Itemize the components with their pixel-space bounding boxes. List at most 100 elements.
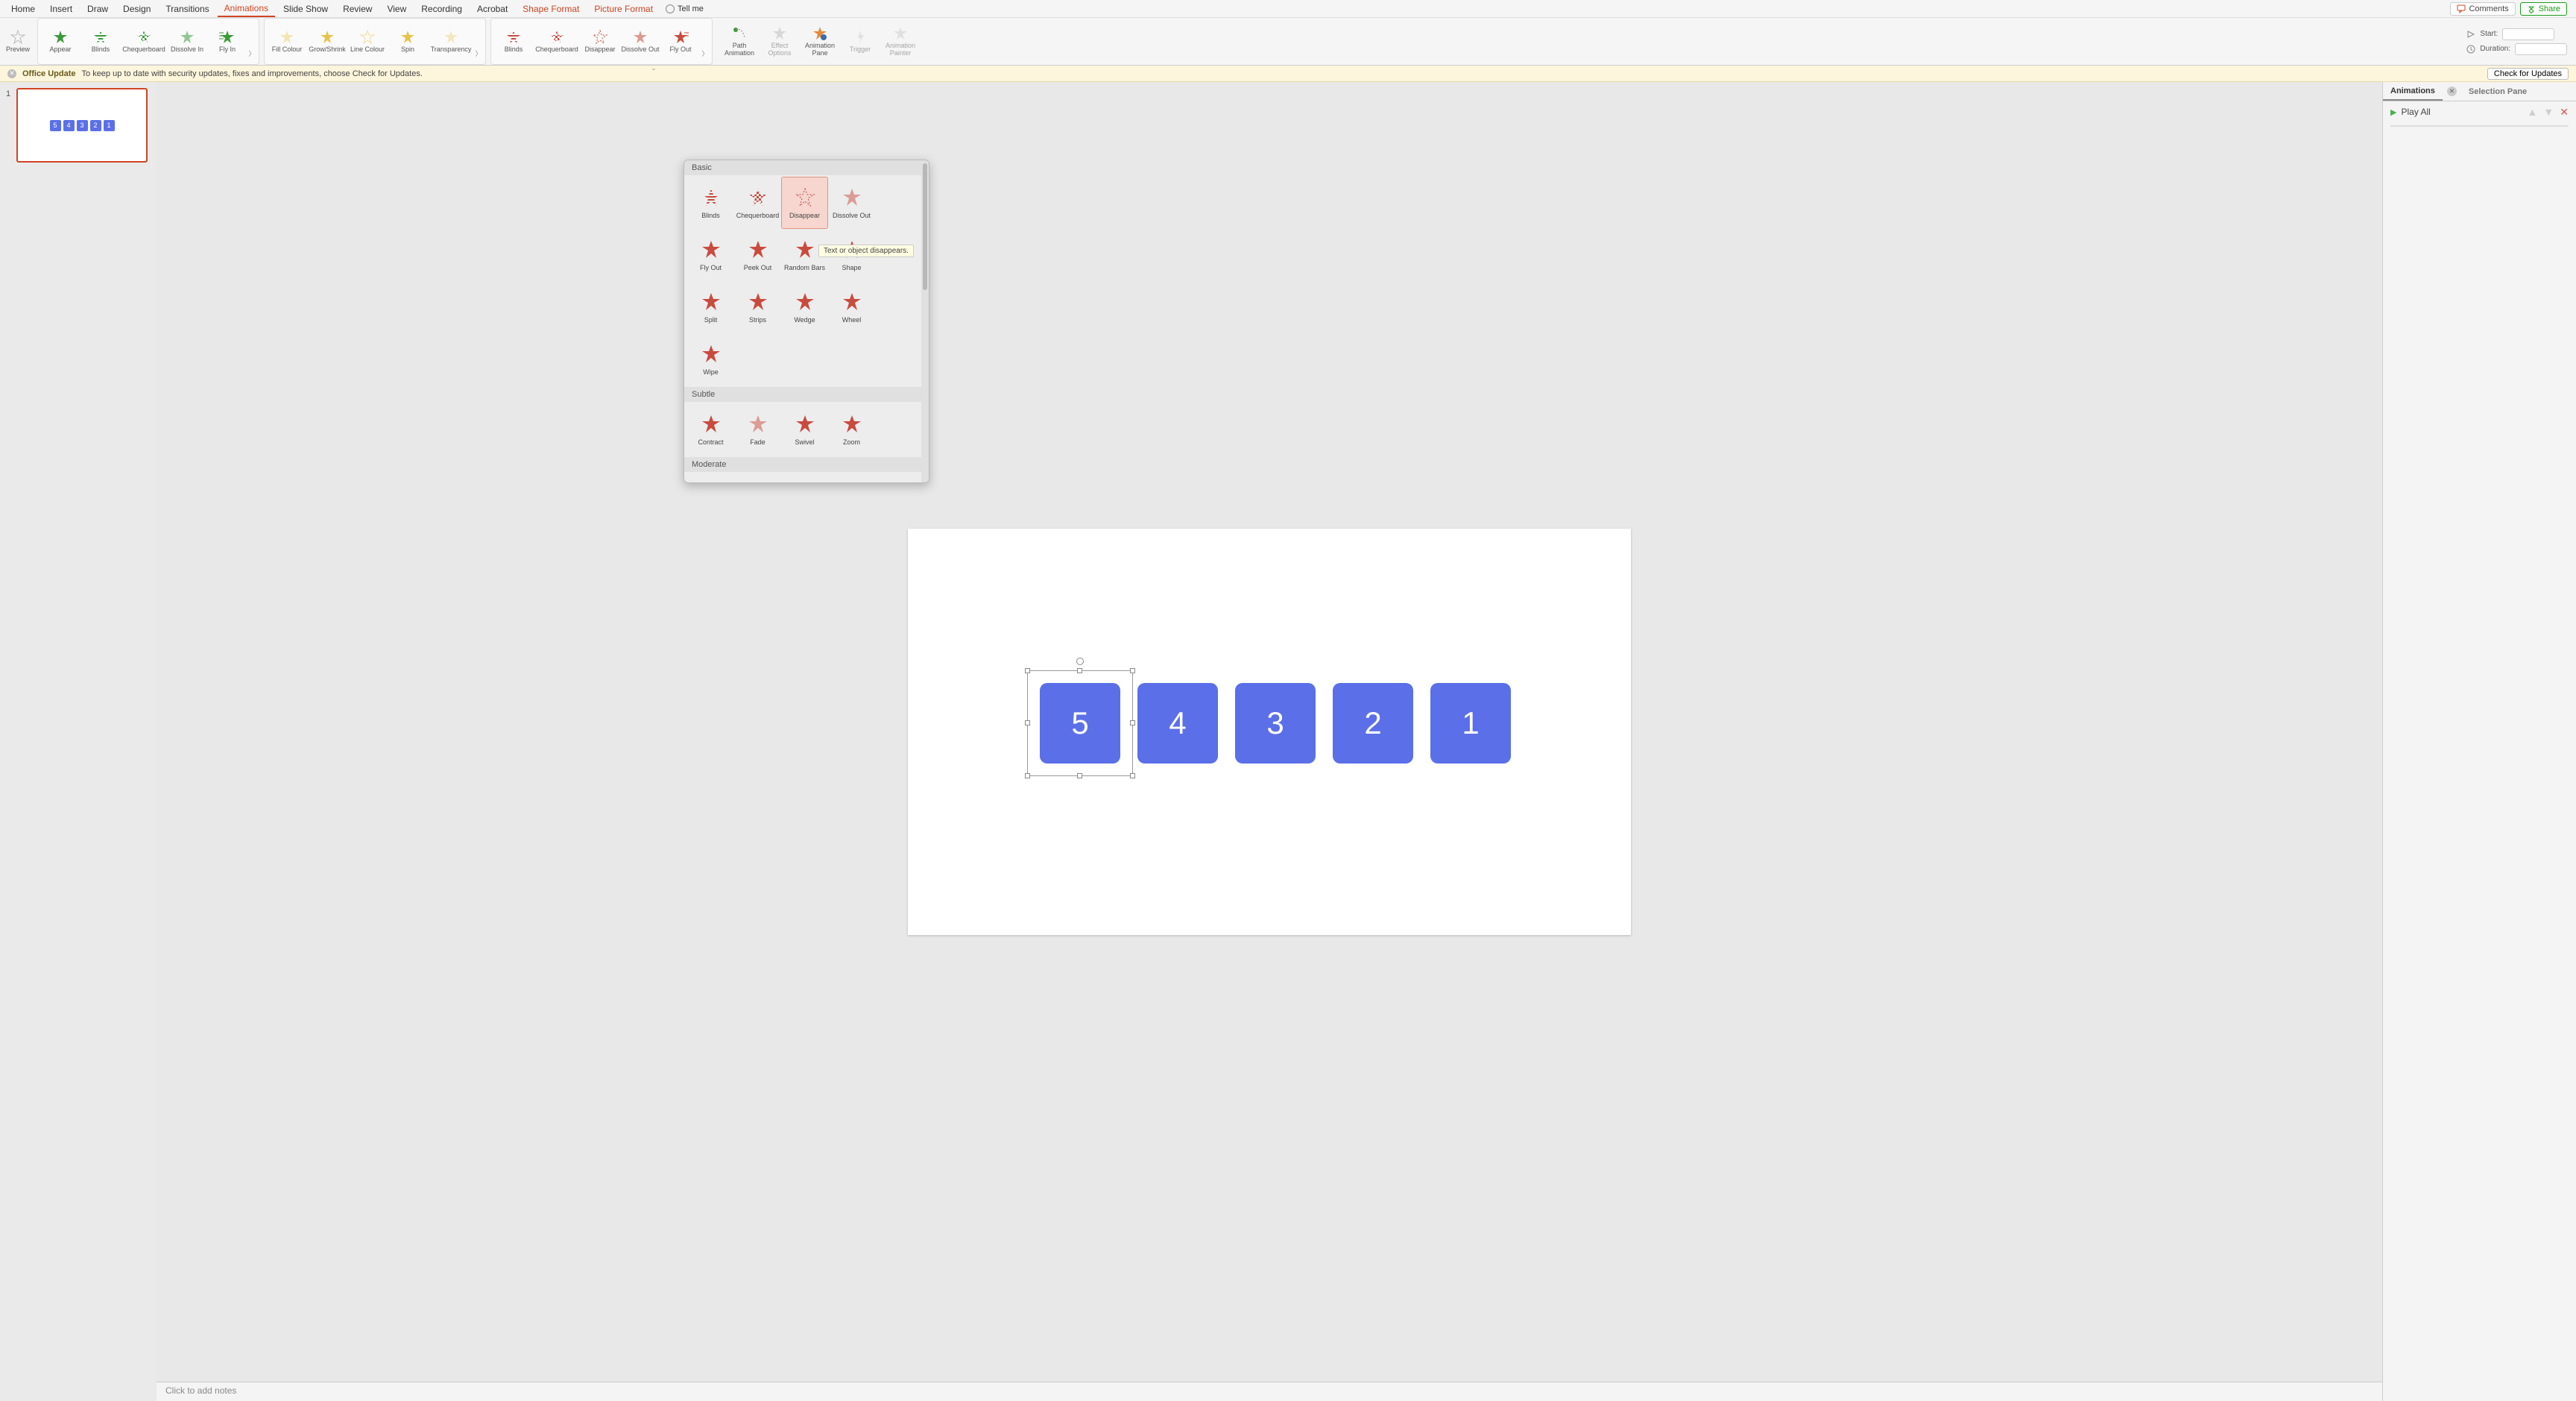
dd-item-collapse[interactable]: Collapse bbox=[734, 473, 781, 482]
tab-transitions[interactable]: Transitions bbox=[159, 1, 215, 16]
emphasis-line-colour[interactable]: Line Colour bbox=[348, 28, 387, 55]
exit-fly-out[interactable]: Fly Out bbox=[661, 28, 700, 55]
tab-draw[interactable]: Draw bbox=[80, 1, 115, 16]
resize-handle-s[interactable] bbox=[1077, 773, 1082, 778]
trigger-button[interactable]: Trigger bbox=[841, 28, 880, 55]
tab-slideshow[interactable]: Slide Show bbox=[277, 1, 335, 16]
exit-blinds[interactable]: Blinds bbox=[494, 28, 533, 55]
move-up-icon[interactable]: ▲ bbox=[2528, 106, 2538, 119]
dd-item-wedge[interactable]: Wedge bbox=[781, 281, 828, 333]
dd-item-wipe[interactable]: Wipe bbox=[687, 333, 734, 385]
dd-item-fade[interactable]: Fade bbox=[734, 403, 781, 456]
preview-button[interactable]: Preview bbox=[3, 18, 33, 65]
resize-handle-n[interactable] bbox=[1077, 668, 1082, 673]
delete-anim-icon[interactable]: ✕ bbox=[2560, 106, 2569, 119]
slide-card-5[interactable]: 5 bbox=[1040, 683, 1120, 764]
close-animations-tab[interactable]: ✕ bbox=[2447, 86, 2457, 96]
tab-review[interactable]: Review bbox=[336, 1, 379, 16]
dd-scrollbar[interactable] bbox=[921, 160, 929, 482]
path-animation-button[interactable]: Path Animation bbox=[720, 24, 759, 59]
emphasis-fill-colour[interactable]: Fill Colour bbox=[268, 28, 306, 55]
emphasis-transparency[interactable]: Transparency bbox=[429, 28, 473, 55]
entrance-fly-in[interactable]: Fly In bbox=[208, 28, 247, 55]
dd-item-shrink-turn[interactable]: Shrink & Turn bbox=[828, 473, 875, 482]
entrance-appear[interactable]: Appear bbox=[41, 28, 80, 55]
rotate-handle[interactable] bbox=[1076, 658, 1084, 665]
slide-thumbnail-1[interactable]: 5 4 3 2 1 bbox=[16, 88, 148, 163]
animation-pane-button[interactable]: Animation Pane bbox=[801, 24, 839, 59]
effect-options-button[interactable]: Effect Options bbox=[760, 24, 799, 59]
emphasis-spin[interactable]: Spin bbox=[388, 28, 427, 55]
emphasis-expand[interactable]: 〉 bbox=[475, 48, 482, 58]
share-label: Share bbox=[2539, 4, 2560, 13]
move-down-icon[interactable]: ▼ bbox=[2543, 106, 2554, 119]
pane-tab-animations[interactable]: Animations bbox=[2383, 82, 2443, 101]
dd-item-label: Dissolve Out bbox=[833, 212, 871, 219]
tab-picture-format[interactable]: Picture Format bbox=[587, 1, 660, 16]
exit-gallery-dropdown-chevron[interactable]: ⌄ bbox=[647, 64, 660, 72]
comments-label: Comments bbox=[2469, 4, 2508, 13]
exit-disappear[interactable]: Disappear bbox=[581, 28, 619, 55]
tab-insert[interactable]: Insert bbox=[43, 1, 79, 16]
animation-list[interactable] bbox=[2390, 125, 2569, 127]
duration-input[interactable] bbox=[2515, 43, 2567, 55]
star-icon bbox=[747, 186, 769, 209]
dd-item-label: Chequerboard bbox=[736, 212, 780, 219]
slide-card-2[interactable]: 2 bbox=[1333, 683, 1413, 764]
tab-animations[interactable]: Animations bbox=[218, 1, 275, 17]
dd-item-dissolve-out[interactable]: Dissolve Out bbox=[828, 177, 875, 229]
resize-handle-e[interactable] bbox=[1130, 720, 1135, 725]
comments-button[interactable]: Comments bbox=[2450, 2, 2515, 16]
exit-chequerboard[interactable]: Chequerboard bbox=[534, 28, 579, 55]
dd-item-swivel[interactable]: Swivel bbox=[781, 403, 828, 456]
tab-acrobat[interactable]: Acrobat bbox=[470, 1, 514, 16]
clock-icon bbox=[2466, 45, 2475, 54]
start-input[interactable] bbox=[2502, 28, 2554, 40]
dd-item-blinds[interactable]: Blinds bbox=[687, 177, 734, 229]
notes-pane[interactable]: Click to add notes bbox=[157, 1382, 2382, 1401]
dd-item-label: Split bbox=[704, 316, 718, 324]
dd-item-strips[interactable]: Strips bbox=[734, 281, 781, 333]
dd-item-disappear[interactable]: Disappear bbox=[781, 177, 828, 229]
entrance-chequerboard[interactable]: Chequerboard bbox=[121, 28, 166, 55]
resize-handle-w[interactable] bbox=[1025, 720, 1030, 725]
dd-item-float-out[interactable]: Float Out bbox=[781, 473, 828, 482]
slide-card-3[interactable]: 3 bbox=[1235, 683, 1316, 764]
animation-painter-button[interactable]: Animation Painter bbox=[881, 24, 920, 59]
tab-design[interactable]: Design bbox=[116, 1, 157, 16]
share-button[interactable]: Share bbox=[2520, 2, 2567, 16]
slide-canvas[interactable]: 5 4 3 2 1 bbox=[908, 529, 1631, 935]
entrance-expand[interactable]: 〉 bbox=[248, 48, 256, 58]
resize-handle-se[interactable] bbox=[1130, 773, 1135, 778]
tab-view[interactable]: View bbox=[380, 1, 413, 16]
dd-item-split[interactable]: Split bbox=[687, 281, 734, 333]
dd-item-wheel[interactable]: Wheel bbox=[828, 281, 875, 333]
play-all-label[interactable]: Play All bbox=[2401, 107, 2430, 117]
resize-handle-ne[interactable] bbox=[1130, 668, 1135, 673]
tab-home[interactable]: Home bbox=[4, 1, 42, 16]
dd-item-peek-out[interactable]: Peek Out bbox=[734, 229, 781, 281]
resize-handle-nw[interactable] bbox=[1025, 668, 1030, 673]
exit-expand[interactable]: 〉 bbox=[701, 48, 709, 58]
tell-me[interactable]: Tell me bbox=[666, 4, 704, 13]
dd-item-label: Strips bbox=[749, 316, 766, 324]
emphasis-grow-shrink[interactable]: Grow/Shrink bbox=[308, 28, 347, 55]
dd-item-fly-out[interactable]: Fly Out bbox=[687, 229, 734, 281]
check-updates-button[interactable]: Check for Updates bbox=[2487, 68, 2569, 80]
dd-item-contract[interactable]: Contract bbox=[687, 403, 734, 456]
slide-card-4[interactable]: 4 bbox=[1137, 683, 1218, 764]
slide-card-1[interactable]: 1 bbox=[1430, 683, 1511, 764]
dd-item-chequerboard[interactable]: Chequerboard bbox=[734, 177, 781, 229]
star-icon bbox=[700, 291, 722, 313]
dd-item-centre-revol-[interactable]: Centre Revol... bbox=[687, 473, 734, 482]
entrance-dissolve-in[interactable]: Dissolve In bbox=[168, 28, 206, 55]
resize-handle-sw[interactable] bbox=[1025, 773, 1030, 778]
dd-item-zoom[interactable]: Zoom bbox=[828, 403, 875, 456]
pane-tab-selection[interactable]: Selection Pane bbox=[2461, 82, 2534, 101]
tab-shape-format[interactable]: Shape Format bbox=[516, 1, 586, 16]
tab-recording[interactable]: Recording bbox=[414, 1, 469, 16]
close-update-bar[interactable]: ✕ bbox=[7, 69, 16, 78]
play-icon bbox=[2466, 30, 2475, 39]
entrance-blinds[interactable]: Blinds bbox=[81, 28, 120, 55]
exit-dissolve-out[interactable]: Dissolve Out bbox=[621, 28, 660, 55]
